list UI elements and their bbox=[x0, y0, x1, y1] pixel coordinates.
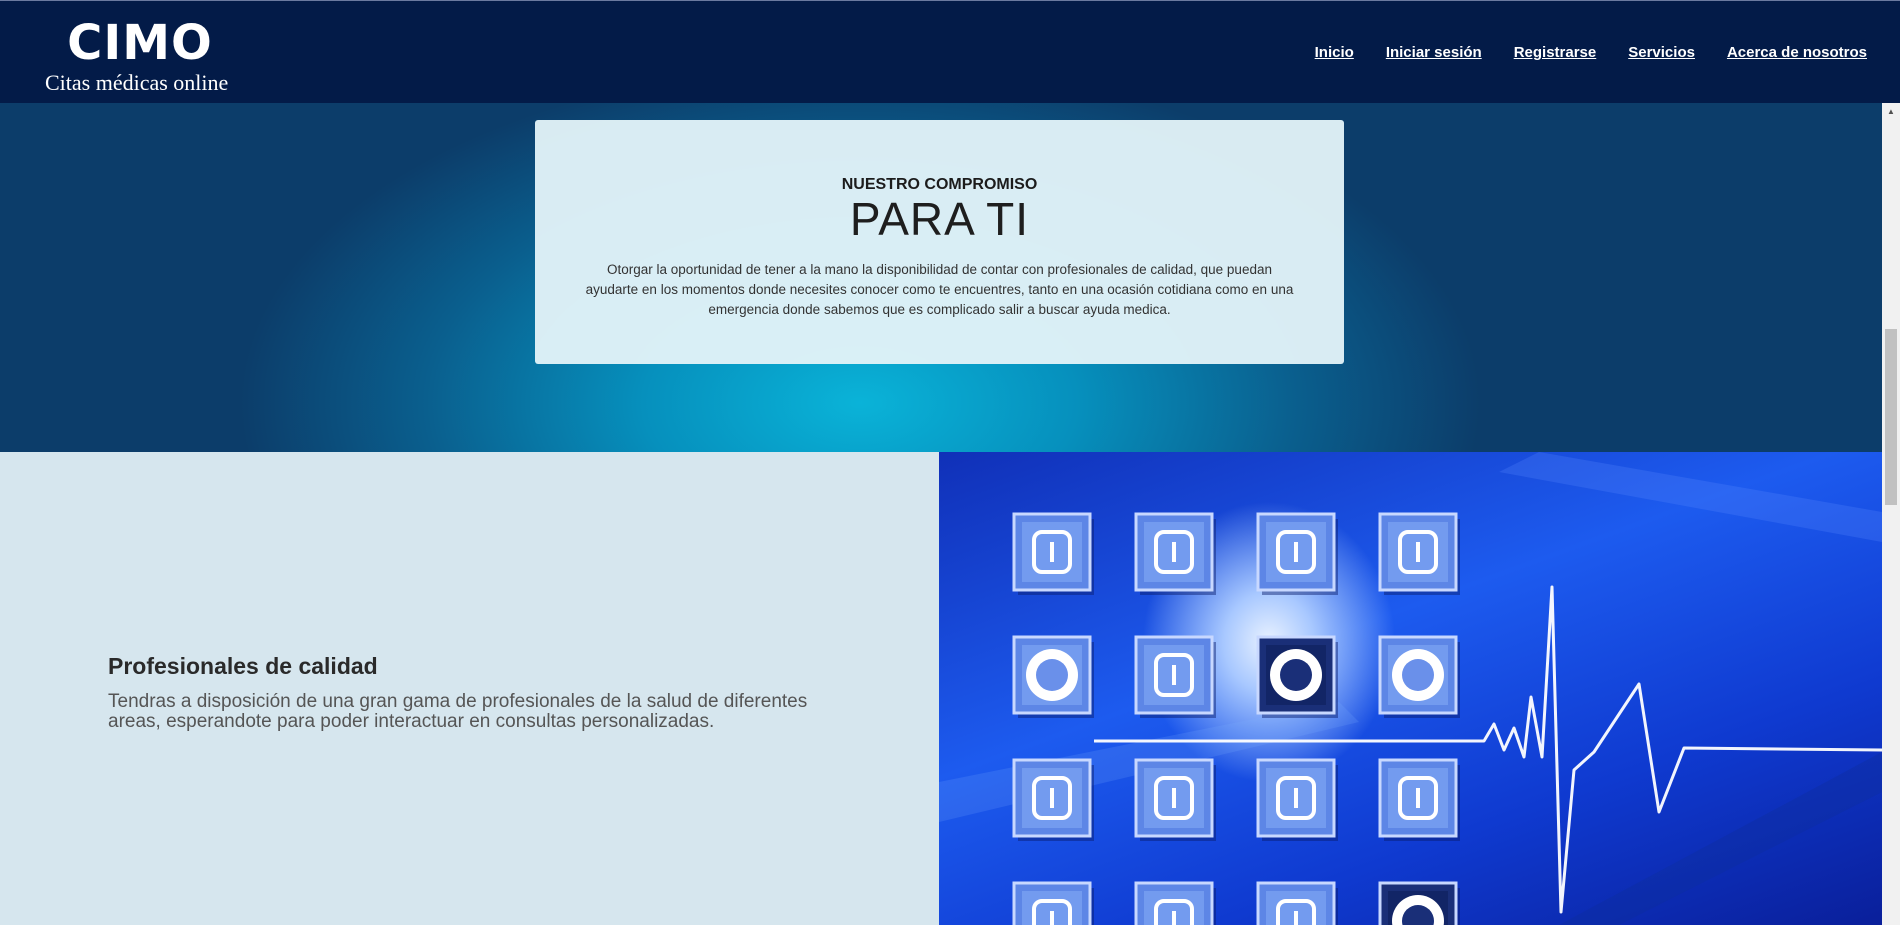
psychology-icon bbox=[1134, 758, 1216, 841]
nav-link-registrarse[interactable]: Registrarse bbox=[1514, 44, 1597, 61]
navbar: CIMO Citas médicas online Inicio Iniciar… bbox=[0, 0, 1900, 103]
feature-text-panel: Profesionales de calidad Tendras a dispo… bbox=[0, 452, 939, 925]
brand[interactable]: CIMO Citas médicas online bbox=[45, 15, 235, 95]
nav-link-acerca-de-nosotros[interactable]: Acerca de nosotros bbox=[1727, 44, 1867, 61]
hero-section: NUESTRO COMPROMISO PARA TI Otorgar la op… bbox=[0, 103, 1882, 452]
feature-description: Tendras a disposición de una gran gama d… bbox=[108, 691, 808, 732]
test-tubes-icon bbox=[1378, 758, 1460, 841]
hospital-bed-icon bbox=[1012, 635, 1094, 718]
nav-link-inicio[interactable]: Inicio bbox=[1315, 44, 1354, 61]
nurse-cap-icon bbox=[1378, 635, 1460, 718]
page-scrollbar[interactable]: ▲ bbox=[1882, 103, 1900, 925]
kidney-icon bbox=[1256, 758, 1338, 841]
commitment-text: Otorgar la oportunidad de tener a la man… bbox=[585, 262, 1294, 317]
medical-services-image bbox=[939, 452, 1882, 925]
scroll-up-arrow-icon[interactable]: ▲ bbox=[1882, 103, 1900, 120]
patient-room-icon bbox=[1378, 881, 1460, 925]
commitment-kicker: NUESTRO COMPROMISO bbox=[841, 176, 1038, 193]
commitment-title: PARA TI bbox=[849, 193, 1030, 245]
brand-logo[interactable]: CIMO bbox=[45, 15, 235, 71]
stethoscope-icon bbox=[1256, 512, 1338, 595]
nav-link-iniciar-sesion[interactable]: Iniciar sesión bbox=[1386, 44, 1482, 61]
heart-icon bbox=[1378, 512, 1460, 595]
brand-tagline: Citas médicas online bbox=[45, 70, 229, 95]
main-nav: Inicio Iniciar sesión Registrarse Servic… bbox=[1315, 44, 1867, 61]
surgeon-icon bbox=[1012, 512, 1094, 595]
feature-title: Profesionales de calidad bbox=[108, 653, 378, 679]
pregnancy-icon bbox=[1134, 635, 1216, 718]
scroll-thumb[interactable] bbox=[1885, 329, 1897, 505]
nav-link-servicios[interactable]: Servicios bbox=[1628, 44, 1695, 61]
dental-tools-icon bbox=[1256, 881, 1338, 925]
lungs-icon bbox=[1012, 758, 1094, 841]
iv-bag-icon bbox=[1012, 881, 1094, 925]
commitment-card: NUESTRO COMPROMISO PARA TI Otorgar la op… bbox=[535, 120, 1344, 364]
medical-kit-icon bbox=[1134, 512, 1216, 595]
stomach-icon bbox=[1134, 881, 1216, 925]
medical-icons-illustration bbox=[939, 452, 1882, 925]
brain-icon bbox=[1256, 635, 1338, 718]
